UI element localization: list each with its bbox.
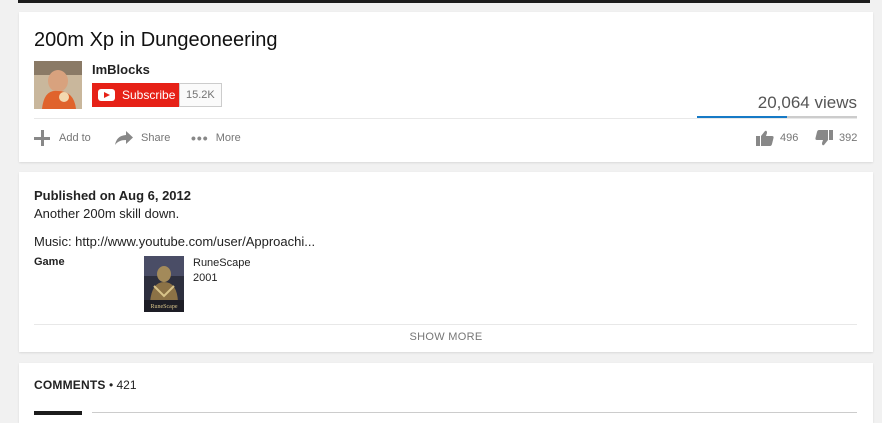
comments-card: COMMENTS • 421 <box>19 363 873 423</box>
add-to-button[interactable]: Add to <box>34 130 91 146</box>
plus-icon <box>34 130 50 146</box>
youtube-play-icon <box>98 89 115 101</box>
divider <box>34 118 857 119</box>
comments-count: 421 <box>116 378 137 392</box>
comments-label: COMMENTS <box>34 378 106 392</box>
video-info-card: 200m Xp in Dungeoneering ImBlocks Subscr… <box>19 12 873 162</box>
channel-name[interactable]: ImBlocks <box>92 62 150 77</box>
thumbs-up-icon <box>756 130 774 146</box>
share-icon <box>115 131 133 145</box>
video-title: 200m Xp in Dungeoneering <box>34 29 278 51</box>
avatar-image <box>34 61 82 109</box>
description-card: Published on Aug 6, 2012 Another 200m sk… <box>19 172 873 352</box>
share-button[interactable]: Share <box>114 130 170 146</box>
dislike-button[interactable]: 392 <box>815 130 857 146</box>
game-art-image: RuneScape <box>144 256 184 312</box>
channel-avatar[interactable] <box>34 61 82 109</box>
like-count: 496 <box>780 132 799 144</box>
add-to-label: Add to <box>59 132 91 144</box>
divider <box>34 324 857 325</box>
music-link[interactable]: Music: http://www.youtube.com/user/Appro… <box>34 234 315 249</box>
like-button[interactable]: 496 <box>756 130 798 146</box>
subscriber-count: 15.2K <box>179 83 222 107</box>
comments-separator: • <box>108 378 117 392</box>
game-year: 2001 <box>193 272 218 284</box>
subscribe-button[interactable]: Subscribe <box>92 83 179 107</box>
game-logo-text: RuneScape <box>151 304 178 310</box>
comment-input[interactable] <box>92 412 857 413</box>
game-label: Game <box>34 256 65 268</box>
more-label: More <box>215 132 241 144</box>
more-button[interactable]: ••• More <box>191 130 241 146</box>
dislike-count: 392 <box>839 132 858 144</box>
thumbs-down-icon <box>815 130 833 146</box>
description-text: Another 200m skill down. <box>34 206 180 221</box>
game-thumbnail[interactable]: RuneScape <box>144 256 184 312</box>
view-count: 20,064 views <box>757 93 857 112</box>
more-dots-icon: ••• <box>191 130 209 146</box>
top-bar <box>18 0 870 3</box>
like-ratio-fill <box>697 116 787 118</box>
game-name[interactable]: RuneScape <box>193 257 251 269</box>
comments-header: COMMENTS • 421 <box>34 378 137 392</box>
user-avatar <box>34 411 82 415</box>
show-more-button[interactable]: SHOW MORE <box>19 331 873 343</box>
like-ratio-bar <box>697 116 857 118</box>
share-label: Share <box>141 132 171 144</box>
published-date: Published on Aug 6, 2012 <box>34 188 191 203</box>
subscribe-label: Subscribe <box>122 88 176 102</box>
